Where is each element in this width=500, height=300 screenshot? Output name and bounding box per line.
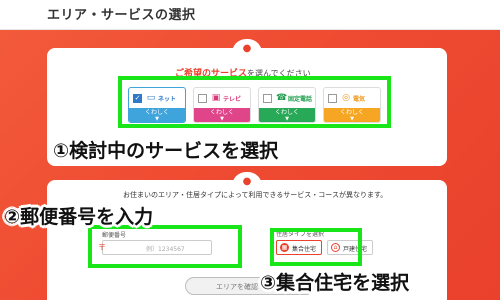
pin-icon: ●	[242, 176, 252, 187]
pin-icon: ●	[242, 43, 252, 54]
instruction-step-3: ③集合住宅を選択	[260, 272, 410, 294]
highlight-box-housing-type	[270, 228, 362, 266]
highlight-box-services	[118, 76, 391, 128]
check-area-label: エリアを確認	[216, 283, 258, 291]
page-title: エリア・サービスの選択	[47, 8, 196, 23]
instruction-step-2: ②郵便番号を入力	[4, 206, 154, 228]
page-header: エリア・サービスの選択	[0, 0, 500, 30]
address-prompt: お住まいのエリア・住居タイプによって利用できるサービス・コースが異なります。	[123, 191, 388, 199]
highlight-box-postal-code	[88, 225, 242, 268]
instruction-step-1: ①検討中のサービスを選択	[53, 140, 279, 162]
card-notch: ●	[232, 39, 262, 61]
